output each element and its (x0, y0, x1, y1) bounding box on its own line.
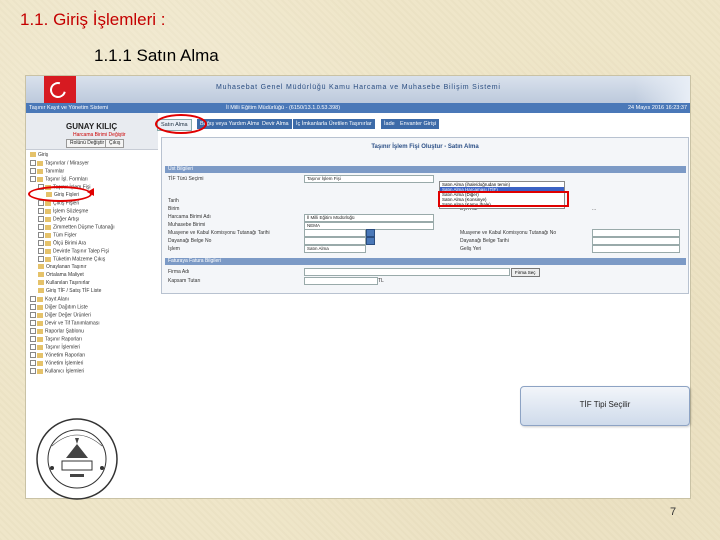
label-tif-tipi: TİF Türü Seçimi (168, 176, 204, 182)
highlight-box (438, 191, 569, 207)
tree-item[interactable]: Giriş (30, 152, 48, 159)
tree-item[interactable]: Giriş TİF / Satış TİF Liste (38, 288, 101, 295)
label-muayene-no: Muayene ve Kabul Komisyonu Tutanağı No (460, 230, 557, 236)
label-kapsam: Kapsam Tutarı (168, 278, 201, 284)
tree-item[interactable]: Tüm Fişler (38, 232, 77, 239)
panel-title: Taşınır İşlem Fişi Oluştur - Satın Alma (371, 144, 479, 150)
dyn-ellipsis: ... (592, 206, 597, 212)
section-header: Üst Bilgileri (165, 166, 686, 173)
tree-item[interactable]: Devirde Taşınır Talep Fişi (38, 248, 109, 255)
banner-title: Muhasebat Genel Müdürlüğü Kamu Harcama v… (216, 84, 501, 91)
dayanak-tarih-field[interactable] (592, 237, 680, 245)
kapsam-field[interactable] (304, 277, 378, 285)
birim-field[interactable]: İl Milli Eğitim Müdürlüğü (304, 214, 434, 222)
change-role-button[interactable]: Rolünü Değiştir (66, 139, 109, 148)
tab-envanter[interactable]: Envanter Girişi (397, 119, 440, 129)
user-panel: GUNAY KILIÇ Harcama Birimi Değiştir Rolü… (26, 113, 158, 150)
page-number: 7 (670, 506, 677, 518)
slide-title: 1.1. Giriş İşlemleri : (20, 10, 166, 29)
arrow-icon (87, 188, 94, 196)
tree-item[interactable]: Taşınır İşlemleri (30, 344, 80, 351)
tree-item[interactable]: Kullanılan Taşınırlar (38, 280, 90, 287)
label-firma: Firma Adı (168, 269, 190, 275)
tree-item[interactable]: Raporlar Şablonu (30, 328, 84, 335)
label-muhasebe: Muhasebe Birimi (168, 222, 206, 228)
tab-devir-alma[interactable]: Devir Alma (259, 119, 292, 129)
label-tarih: Tarih (168, 198, 179, 204)
section-header: Faturaya Fatura Bilgileri (165, 258, 686, 265)
tree-item[interactable]: Diğer Dağıtım Liste (30, 304, 88, 311)
unit-info: İl Milli Eğitim Müdürlüğü - (6150/13.1.0… (226, 105, 341, 111)
date-time: 24 Mayıs 2016 16:23:37 (627, 105, 687, 111)
tree-item[interactable]: Kullanıcı İşlemleri (30, 368, 84, 375)
label-gelis-yeri: Geliş Yeri (460, 246, 482, 252)
caption-text: TİF Tipi Seçilir (579, 400, 631, 409)
highlight-circle (155, 114, 207, 134)
tree-item[interactable]: Ortalama Maliyet (38, 272, 84, 279)
label-harcama: Harcama Birimi Adı (168, 214, 211, 220)
tree-item[interactable]: Taşınır Raporları (30, 336, 82, 343)
change-unit-link[interactable]: Harcama Birimi Değiştir (73, 132, 126, 138)
muayene-no-field[interactable] (592, 229, 680, 237)
currency-label: TL (378, 278, 384, 284)
tree-item[interactable]: Taşınır İşl. Formları (30, 176, 88, 183)
firma-field[interactable] (304, 268, 510, 276)
tree-item[interactable]: Devir ve Tif Tanımlaması (30, 320, 100, 327)
tree-item[interactable]: Onaylanan Taşınır (38, 264, 87, 271)
logout-button[interactable]: Çıkış (105, 139, 125, 148)
meb-logo-icon (36, 418, 118, 500)
label-dayanak-tarih: Dayanağı Belge Tarihi (460, 238, 509, 244)
gelis-yeri-field[interactable] (592, 245, 680, 253)
highlight-circle (28, 186, 92, 202)
muayene-date-field[interactable] (304, 229, 366, 237)
tree-item[interactable]: Tanımlar (30, 168, 64, 175)
islem-field[interactable]: Satın Alma (304, 245, 366, 253)
tree-item[interactable]: Tüketim Malzeme Çıkış (38, 256, 105, 263)
tree-item[interactable]: Yönetim Raporları (30, 352, 85, 359)
tree-item[interactable]: Diğer Değer Ürünleri (30, 312, 91, 319)
tree-item[interactable]: Yönetim İşlemleri (30, 360, 83, 367)
label-muayene-tarih: Muayene ve Kabul Komisyonu Tutanağı Tari… (168, 230, 270, 236)
label-islem: İşlem (168, 246, 180, 252)
calendar-icon[interactable] (366, 237, 375, 245)
tree-item[interactable]: Değer Artışı (38, 216, 79, 223)
calendar-icon[interactable] (366, 229, 375, 237)
nav-tree: Giriş Taşınırlar / Mirasyer Tanımlar Taş… (26, 152, 158, 375)
info-bar: Taşınır Kayıt ve Yönetim Sistemi İl Mill… (26, 103, 690, 113)
tab-iade[interactable]: İade (381, 119, 398, 129)
tab-ic-imkan[interactable]: İç İmkanlarla Üretilen Taşınırlar (293, 119, 375, 129)
label-birim: Birim (168, 206, 180, 212)
form-panel: Taşınır İşlem Fişi Oluştur - Satın Alma … (161, 137, 689, 294)
tif-type-select[interactable]: Taşınır İşlem Fişi (304, 175, 434, 183)
tree-item[interactable]: İşlem Sözleşme (38, 208, 88, 215)
app-banner: Muhasebat Genel Müdürlüğü Kamu Harcama v… (26, 76, 690, 103)
label-dayanak: Dayanağı Belge No (168, 238, 212, 244)
user-name: GUNAY KILIÇ (66, 122, 118, 131)
system-name: Taşınır Kayıt ve Yönetim Sistemi (29, 105, 109, 111)
caption-box: TİF Tipi Seçilir (520, 386, 690, 426)
dayanak-field[interactable] (304, 237, 366, 245)
tree-item[interactable]: Taşınırlar / Mirasyer (30, 160, 89, 167)
firma-select-button[interactable]: Firma Seç (511, 268, 540, 277)
slide-subtitle: 1.1.1 Satın Alma (94, 46, 219, 65)
tree-item[interactable]: Ölçü Birimi Ara (38, 240, 86, 247)
tree-item[interactable]: Kayıt Alanı (30, 296, 69, 303)
screenshot-frame: Muhasebat Genel Müdürlüğü Kamu Harcama v… (25, 75, 691, 499)
tree-item[interactable]: Zimmetten Düşme Tutanağı (38, 224, 115, 231)
